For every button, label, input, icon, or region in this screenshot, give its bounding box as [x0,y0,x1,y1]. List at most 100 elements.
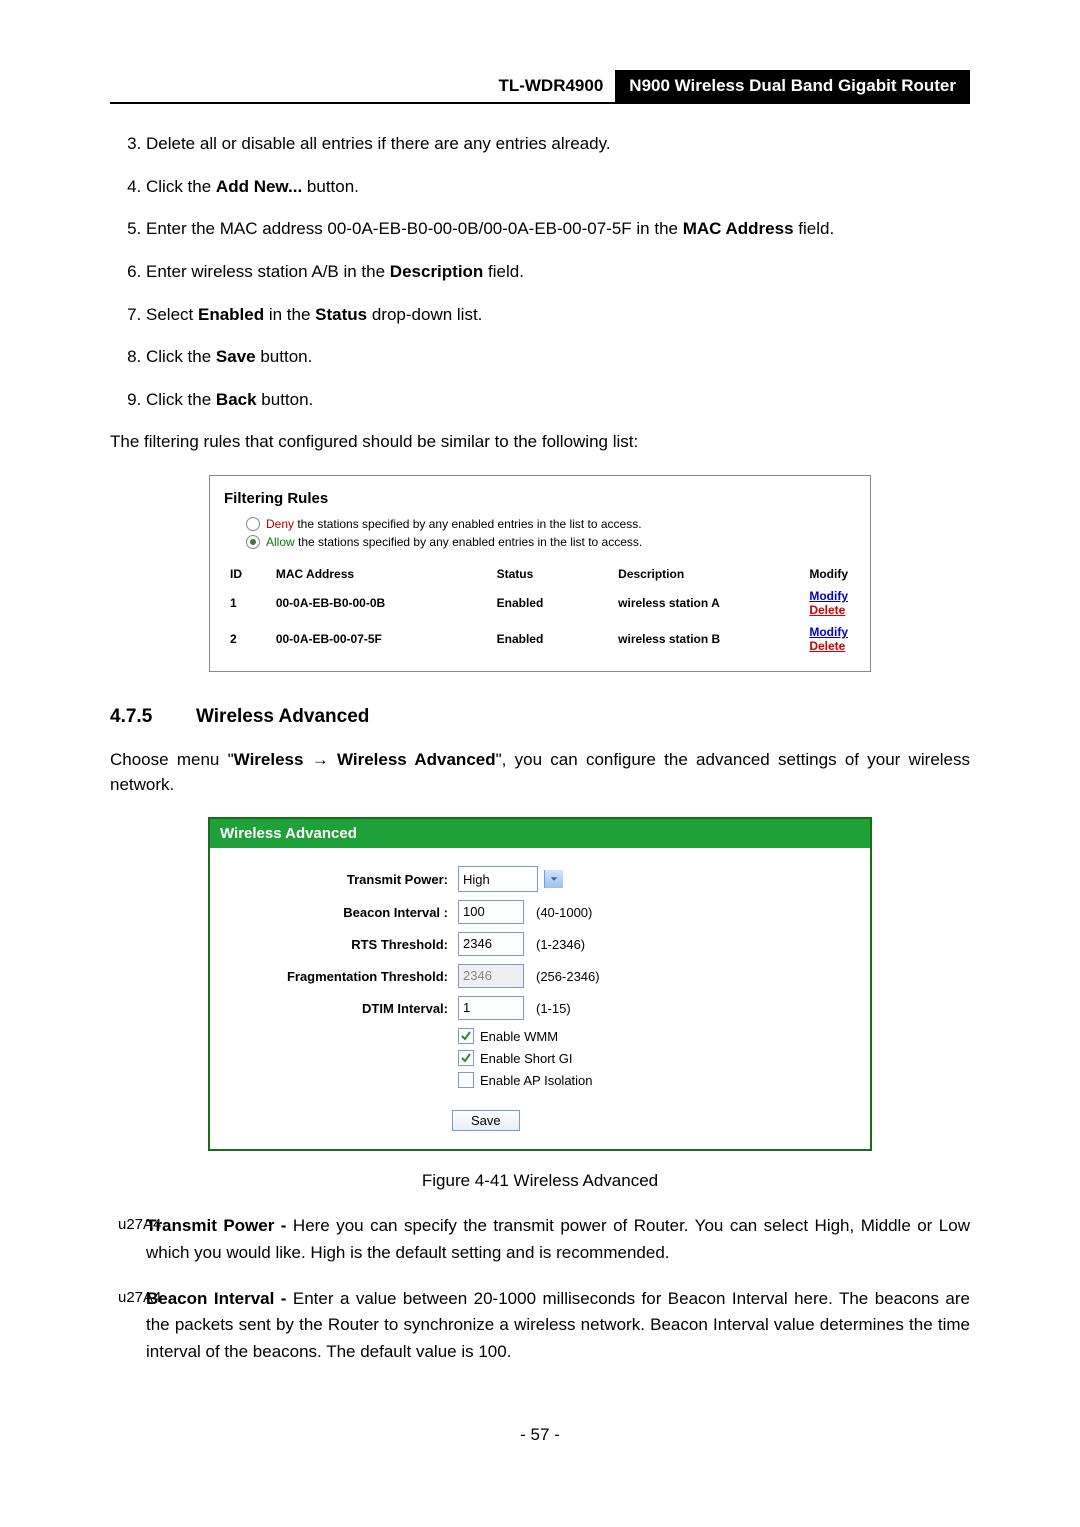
term: Transmit Power - [146,1216,286,1235]
step-text: button. [257,390,314,409]
cell-status: Enabled [497,632,544,646]
page-number: - 57 - [110,1425,970,1445]
table-header-row: ID MAC Address Status Description Modify [224,563,854,585]
fragmentation-threshold-label: Fragmentation Threshold: [220,969,458,984]
allow-text: the stations specified by any enabled en… [295,535,643,549]
list-item: Transmit Power - Here you can specify th… [110,1213,970,1266]
cell-desc: wireless station A [618,596,720,610]
step-text: button. [256,347,313,366]
list-item: Beacon Interval - Enter a value between … [110,1286,970,1365]
enable-ap-isolation-checkbox[interactable]: Enable AP Isolation [458,1072,860,1088]
step-text: Select [146,305,198,324]
deny-text: the stations specified by any enabled en… [294,517,642,531]
table-row: 1 00-0A-EB-B0-00-0B Enabled wireless sta… [224,585,854,621]
modify-link[interactable]: Modify [809,589,848,603]
filtering-intro: The filtering rules that configured shou… [110,430,970,455]
save-button[interactable]: Save [452,1110,520,1131]
step-text: drop-down list. [367,305,482,324]
chevron-down-icon[interactable] [544,870,563,888]
allow-rule-radio[interactable]: Allow the stations specified by any enab… [246,535,854,549]
cell-mac: 00-0A-EB-B0-00-0B [276,596,385,610]
radio-on-icon [246,535,260,549]
modify-link[interactable]: Modify [809,625,848,639]
col-mac: MAC Address [270,563,491,585]
step-text: field. [483,262,524,281]
radio-off-icon [246,517,260,531]
t: Choose menu " [110,750,234,769]
term: Beacon Interval - [146,1289,286,1308]
product-label: N900 Wireless Dual Band Gigabit Router [615,70,970,102]
transmit-power-row: Transmit Power: High [220,866,860,892]
figure-caption: Figure 4-41 Wireless Advanced [110,1171,970,1191]
step-bold: Save [216,347,256,366]
table-row: 2 00-0A-EB-00-07-5F Enabled wireless sta… [224,621,854,657]
step-text: Enter the MAC address 00-0A-EB-B0-00-0B/… [146,219,683,238]
step-text: button. [302,177,359,196]
section-heading: 4.7.5Wireless Advanced [110,706,970,728]
rts-threshold-label: RTS Threshold: [220,937,458,952]
fragmentation-threshold-hint: (256-2346) [536,969,600,984]
step-bold: MAC Address [683,219,794,238]
step-9: Click the Back button. [146,388,970,413]
rts-threshold-hint: (1-2346) [536,937,585,952]
step-bold: Enabled [198,305,264,324]
section-title: Wireless Advanced [196,706,369,727]
document-page: TL-WDR4900 N900 Wireless Dual Band Gigab… [0,0,1080,1485]
step-3: Delete all or disable all entries if the… [146,132,970,157]
model-label: TL-WDR4900 [486,70,615,102]
cell-status: Enabled [497,596,544,610]
cell-mac: 00-0A-EB-00-07-5F [276,632,382,646]
dtim-interval-row: DTIM Interval: 1 (1-15) [220,996,860,1020]
enable-wmm-checkbox[interactable]: Enable WMM [458,1028,860,1044]
cell-id: 2 [230,632,237,646]
step-text: Click the [146,390,216,409]
col-desc: Description [612,563,803,585]
step-bold: Status [315,305,367,324]
step-text: Enter wireless station A/B in the [146,262,390,281]
step-bold: Description [390,262,484,281]
cell-id: 1 [230,596,237,610]
fragmentation-threshold-input[interactable]: 2346 [458,964,524,988]
step-bold: Back [216,390,257,409]
delete-link[interactable]: Delete [809,639,845,653]
rts-threshold-input[interactable]: 2346 [458,932,524,956]
filtering-rules-figure: Filtering Rules Deny the stations specif… [209,475,871,672]
beacon-interval-row: Beacon Interval : 100 (40-1000) [220,900,860,924]
deny-keyword: Deny [266,517,294,531]
checkbox-checked-icon [458,1050,474,1066]
checkbox-label: Enable AP Isolation [480,1073,593,1088]
transmit-power-label: Transmit Power: [220,872,458,887]
deny-rule-radio[interactable]: Deny the stations specified by any enabl… [246,517,854,531]
step-text: Click the [146,177,216,196]
filtering-rules-title: Filtering Rules [224,490,854,507]
fragmentation-threshold-row: Fragmentation Threshold: 2346 (256-2346) [220,964,860,988]
instruction-steps: Delete all or disable all entries if the… [110,132,970,412]
allow-keyword: Allow [266,535,295,549]
enable-short-gi-checkbox[interactable]: Enable Short GI [458,1050,860,1066]
dtim-interval-label: DTIM Interval: [220,1001,458,1016]
col-id: ID [224,563,270,585]
delete-link[interactable]: Delete [809,603,845,617]
col-modify: Modify [803,563,854,585]
t-bold: Wireless [234,750,304,769]
step-text: in the [264,305,315,324]
page-header: TL-WDR4900 N900 Wireless Dual Band Gigab… [110,70,970,104]
description-list: Transmit Power - Here you can specify th… [110,1213,970,1365]
select-value: High [463,872,490,887]
step-text: field. [794,219,835,238]
beacon-interval-label: Beacon Interval : [220,905,458,920]
step-text: Click the [146,347,216,366]
checkbox-label: Enable WMM [480,1029,558,1044]
dtim-interval-input[interactable]: 1 [458,996,524,1020]
beacon-interval-hint: (40-1000) [536,905,592,920]
transmit-power-select[interactable]: High [458,866,538,892]
beacon-interval-input[interactable]: 100 [458,900,524,924]
t-bold: Wireless Advanced [337,750,496,769]
step-6: Enter wireless station A/B in the Descri… [146,260,970,285]
rts-threshold-row: RTS Threshold: 2346 (1-2346) [220,932,860,956]
checkbox-checked-icon [458,1028,474,1044]
wireless-advanced-header: Wireless Advanced [210,819,870,848]
step-5: Enter the MAC address 00-0A-EB-B0-00-0B/… [146,217,970,242]
step-bold: Add New... [216,177,302,196]
step-7: Select Enabled in the Status drop-down l… [146,303,970,328]
